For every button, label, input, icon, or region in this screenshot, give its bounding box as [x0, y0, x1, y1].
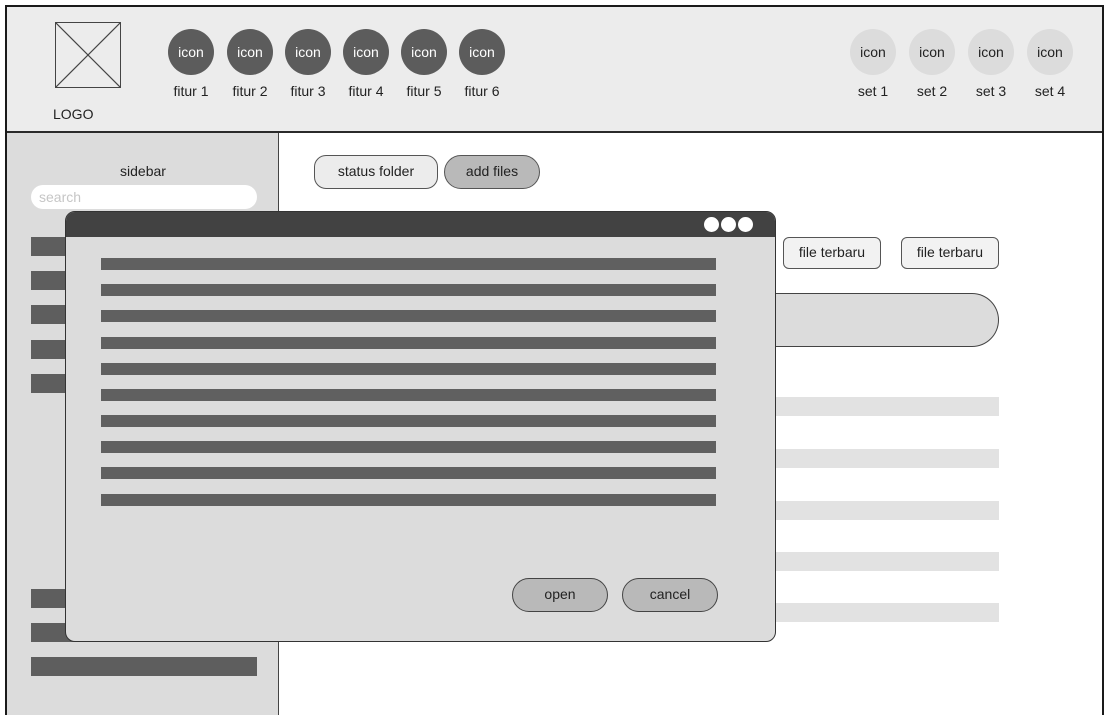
feature-item-4[interactable]: icon fitur 4 — [337, 29, 395, 99]
file-list-item[interactable] — [101, 415, 716, 427]
setting-item-3[interactable]: icon set 3 — [966, 29, 1016, 99]
setting-4-icon[interactable]: icon — [1027, 29, 1073, 75]
feature-6-label: fitur 6 — [464, 83, 500, 99]
recent-file-chip-1[interactable]: file terbaru — [783, 237, 881, 269]
content-bar[interactable] — [767, 293, 999, 347]
dialog-titlebar[interactable] — [66, 212, 775, 237]
top-header: LOGO icon fitur 1 icon fitur 2 icon fitu… — [7, 7, 1102, 133]
setting-4-label: set 4 — [1034, 83, 1066, 99]
app-window: LOGO icon fitur 1 icon fitur 2 icon fitu… — [5, 5, 1104, 715]
file-list-item[interactable] — [101, 310, 716, 322]
feature-item-5[interactable]: icon fitur 5 — [395, 29, 453, 99]
open-file-dialog: open cancel — [65, 211, 776, 642]
feature-6-icon[interactable]: icon — [459, 29, 505, 75]
feature-item-6[interactable]: icon fitur 6 — [453, 29, 511, 99]
file-row[interactable] — [767, 397, 999, 416]
file-list-item[interactable] — [101, 363, 716, 375]
recent-file-chip-2[interactable]: file terbaru — [901, 237, 999, 269]
setting-3-icon[interactable]: icon — [968, 29, 1014, 75]
feature-3-icon[interactable]: icon — [285, 29, 331, 75]
feature-4-label: fitur 4 — [348, 83, 384, 99]
feature-1-label: fitur 1 — [173, 83, 209, 99]
file-list-item[interactable] — [101, 467, 716, 479]
feature-5-label: fitur 5 — [406, 83, 442, 99]
feature-2-icon[interactable]: icon — [227, 29, 273, 75]
feature-2-label: fitur 2 — [232, 83, 268, 99]
window-control-icon[interactable] — [704, 217, 719, 232]
window-control-icon[interactable] — [738, 217, 753, 232]
setting-item-4[interactable]: icon set 4 — [1025, 29, 1075, 99]
file-list-item[interactable] — [101, 494, 716, 506]
logo-label: LOGO — [53, 106, 94, 122]
file-row[interactable] — [767, 603, 999, 622]
file-row[interactable] — [767, 449, 999, 468]
window-controls — [704, 217, 753, 232]
logo-placeholder-icon[interactable] — [55, 22, 121, 88]
search-input[interactable] — [31, 185, 257, 209]
setting-item-2[interactable]: icon set 2 — [907, 29, 957, 99]
feature-item-3[interactable]: icon fitur 3 — [279, 29, 337, 99]
feature-1-icon[interactable]: icon — [168, 29, 214, 75]
window-control-icon[interactable] — [721, 217, 736, 232]
feature-item-2[interactable]: icon fitur 2 — [221, 29, 279, 99]
setting-2-icon[interactable]: icon — [909, 29, 955, 75]
sidebar-title: sidebar — [120, 163, 166, 179]
feature-3-label: fitur 3 — [290, 83, 326, 99]
cancel-button[interactable]: cancel — [622, 578, 718, 612]
feature-item-1[interactable]: icon fitur 1 — [162, 29, 220, 99]
feature-5-icon[interactable]: icon — [401, 29, 447, 75]
file-list-item[interactable] — [101, 337, 716, 349]
feature-4-icon[interactable]: icon — [343, 29, 389, 75]
setting-2-label: set 2 — [916, 83, 948, 99]
file-list-item[interactable] — [101, 389, 716, 401]
file-list-item[interactable] — [101, 258, 716, 270]
open-button[interactable]: open — [512, 578, 608, 612]
add-files-button[interactable]: add files — [444, 155, 540, 189]
status-folder-button[interactable]: status folder — [314, 155, 438, 189]
setting-1-label: set 1 — [857, 83, 889, 99]
file-row[interactable] — [767, 501, 999, 520]
setting-1-icon[interactable]: icon — [850, 29, 896, 75]
setting-item-1[interactable]: icon set 1 — [848, 29, 898, 99]
sidebar-item[interactable] — [31, 657, 257, 676]
file-list-item[interactable] — [101, 441, 716, 453]
file-list-item[interactable] — [101, 284, 716, 296]
file-row[interactable] — [767, 552, 999, 571]
setting-3-label: set 3 — [975, 83, 1007, 99]
